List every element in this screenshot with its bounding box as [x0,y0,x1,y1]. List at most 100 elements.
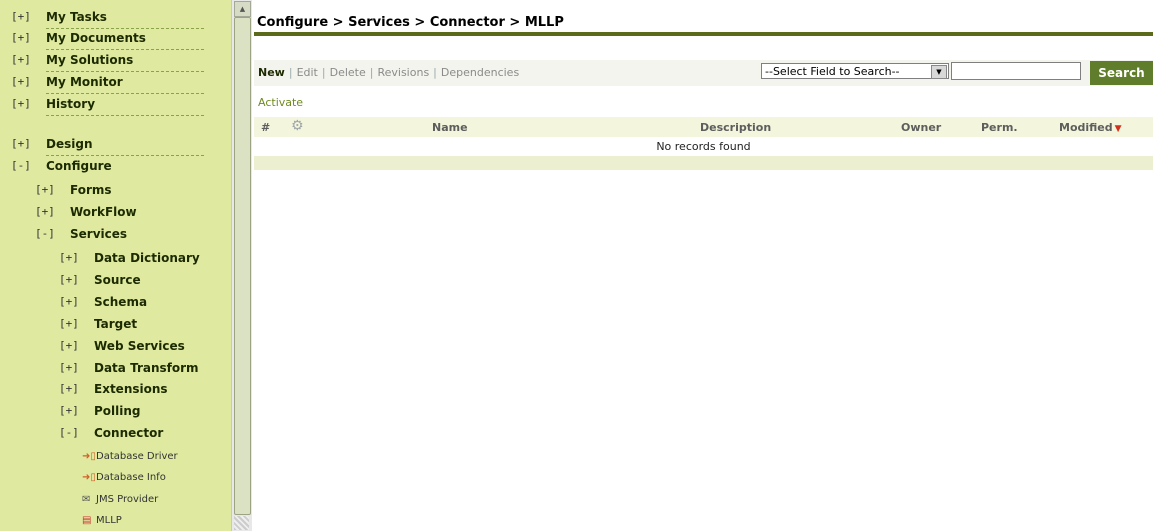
column-header-number: # [261,121,271,134]
nav-leaf-label[interactable]: JMS Provider [96,494,158,505]
nav-my-solutions[interactable]: [+] My Solutions [0,51,231,73]
nav-database-driver[interactable]: ➜▯Database Driver [82,451,178,471]
expand-toggle[interactable]: [+] [11,75,31,88]
scroll-up-arrow-icon[interactable]: ▲ [234,1,251,17]
column-header-name[interactable]: Name [432,121,468,134]
title-divider [254,32,1153,36]
nav-label[interactable]: History [46,97,95,111]
expand-toggle[interactable]: [+] [11,97,31,110]
nav-mllp[interactable]: ▤ MLLP [82,515,122,531]
search-field-select[interactable]: --Select Field to Search-- ▼ [761,63,949,79]
nav-label[interactable]: Forms [70,183,112,197]
nav-label[interactable]: My Solutions [46,53,133,67]
scroll-thumb[interactable] [234,17,251,515]
resize-grip-icon[interactable] [234,516,249,530]
nav-label[interactable]: WorkFlow [70,205,137,219]
nav-data-dictionary[interactable]: [+] Data Dictionary [0,249,231,271]
nav-configure[interactable]: [-] Configure [0,157,231,179]
expand-toggle[interactable]: [+] [59,404,79,417]
delete-link[interactable]: Delete [330,66,366,79]
table-header: # ⚙ Name Description Owner Perm. Modifie… [254,117,1153,137]
search-button[interactable]: Search [1090,61,1153,85]
nav-leaf-label[interactable]: MLLP [96,515,122,526]
envelope-icon: ✉ [82,494,91,505]
nav-leaf-label[interactable]: Database Driver [96,451,178,462]
nav-database-info[interactable]: ➜▯Database Info [82,472,166,492]
revisions-link[interactable]: Revisions [377,66,429,79]
gear-icon[interactable]: ⚙ [291,118,304,134]
expand-toggle[interactable]: [+] [11,53,31,66]
nav-services[interactable]: [-] Services [0,225,231,247]
expand-toggle[interactable]: [+] [59,361,79,374]
nav-history[interactable]: [+] History [0,95,231,117]
nav-extensions[interactable]: [+] Extensions [0,380,231,402]
expand-toggle[interactable]: [+] [59,317,79,330]
expand-toggle[interactable]: [+] [59,251,79,264]
search-field-select-value: --Select Field to Search-- [765,65,900,78]
dropdown-arrow-icon[interactable]: ▼ [931,65,947,79]
collapse-toggle[interactable]: [-] [11,159,31,172]
column-header-modified-label: Modified [1059,121,1113,134]
column-header-modified[interactable]: Modified ▼ [1059,121,1122,134]
nav-my-documents[interactable]: [+] My Documents [0,29,231,51]
nav-connector[interactable]: [-] Connector [0,424,231,446]
expand-toggle[interactable]: [+] [11,31,31,44]
nav-jms-provider[interactable]: ✉ JMS Provider [82,494,158,514]
expand-toggle[interactable]: [+] [59,295,79,308]
nav-label[interactable]: Polling [94,404,141,418]
dependencies-link[interactable]: Dependencies [441,66,519,79]
expand-toggle[interactable]: [+] [35,205,55,218]
nav-design[interactable]: [+] Design [0,135,231,157]
nav-forms[interactable]: [+] Forms [0,181,231,203]
expand-toggle[interactable]: [+] [11,10,31,23]
expand-toggle[interactable]: [+] [35,183,55,196]
nav-my-monitor[interactable]: [+] My Monitor [0,73,231,95]
database-plug-icon: ➜▯ [82,451,96,462]
table-footer [254,156,1153,170]
nav-label[interactable]: My Monitor [46,75,123,89]
new-link[interactable]: New [258,66,285,79]
expand-toggle[interactable]: [+] [59,273,79,286]
nav-label[interactable]: My Documents [46,31,146,45]
nav-schema[interactable]: [+] Schema [0,293,231,315]
nav-leaf-label[interactable]: Database Info [96,472,166,483]
column-header-description[interactable]: Description [700,121,771,134]
expand-toggle[interactable]: [+] [59,382,79,395]
nav-label[interactable]: Data Transform [94,361,199,375]
nav-my-tasks[interactable]: [+] My Tasks [0,8,231,30]
main-content: Configure > Services > Connector > MLLP … [251,0,1153,531]
nav-label[interactable]: Source [94,273,141,287]
collapse-toggle[interactable]: [-] [35,227,55,240]
nav-web-services[interactable]: [+] Web Services [0,337,231,359]
separator: | [288,66,293,79]
nav-label[interactable]: Services [70,227,127,241]
column-header-owner[interactable]: Owner [901,121,941,134]
navigation-sidebar: [+] My Tasks [+] My Documents [+] My Sol… [0,0,231,531]
nav-label[interactable]: Connector [94,426,163,440]
activate-link[interactable]: Activate [258,96,303,109]
nav-source[interactable]: [+] Source [0,271,231,293]
separator: | [321,66,326,79]
nav-label[interactable]: Design [46,137,93,151]
nav-label[interactable]: Web Services [94,339,185,353]
nav-workflow[interactable]: [+] WorkFlow [0,203,231,225]
empty-table-message: No records found [656,140,751,153]
nav-label[interactable]: Extensions [94,382,168,396]
document-icon: ▤ [82,515,92,526]
expand-toggle[interactable]: [+] [59,339,79,352]
search-input[interactable] [951,62,1081,80]
nav-label[interactable]: Target [94,317,137,331]
nav-label[interactable]: Configure [46,159,112,173]
collapse-toggle[interactable]: [-] [59,426,79,439]
expand-toggle[interactable]: [+] [11,137,31,150]
nav-data-transform[interactable]: [+] Data Transform [0,359,231,381]
nav-polling[interactable]: [+] Polling [0,402,231,424]
column-header-perm[interactable]: Perm. [981,121,1018,134]
nav-label[interactable]: Schema [94,295,147,309]
edit-link[interactable]: Edit [297,66,318,79]
nav-label[interactable]: Data Dictionary [94,251,200,265]
nav-label[interactable]: My Tasks [46,10,107,24]
sidebar-scrollbar[interactable]: ▲ [231,0,252,531]
breadcrumb: Configure > Services > Connector > MLLP [257,15,564,30]
nav-target[interactable]: [+] Target [0,315,231,337]
